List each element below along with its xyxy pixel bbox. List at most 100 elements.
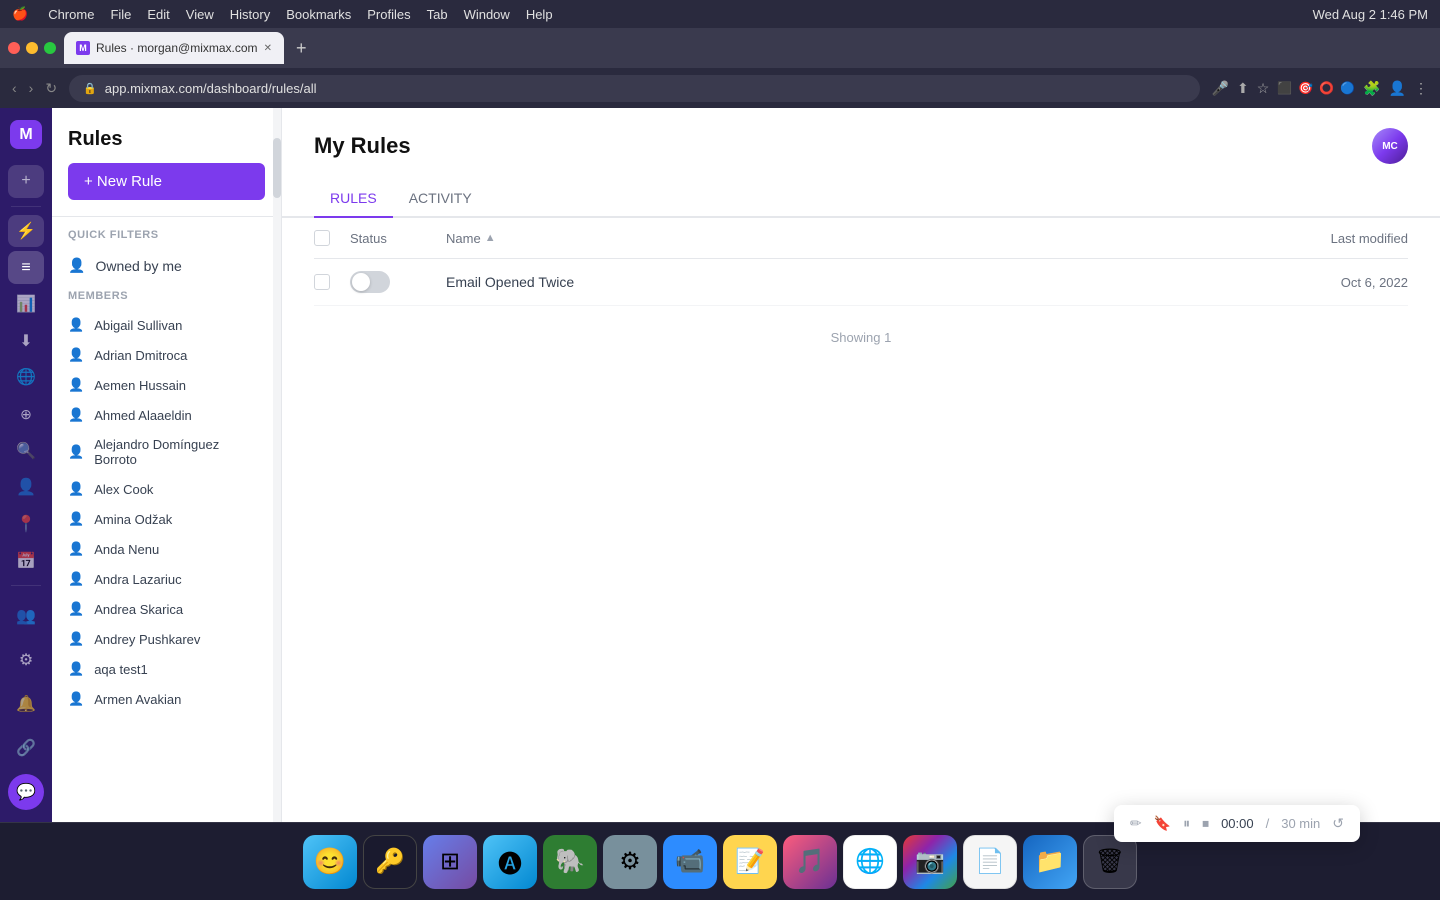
menu-view[interactable]: View <box>186 7 214 22</box>
menu-bookmarks[interactable]: Bookmarks <box>286 7 351 22</box>
dock-app-store[interactable]: 🅐 <box>483 835 537 889</box>
sidebar-item-layers[interactable]: ⊕ <box>8 398 44 431</box>
member-item[interactable]: 👤 Andrey Pushkarev <box>52 624 281 654</box>
member-item[interactable]: 👤 Abigail Sullivan <box>52 310 281 340</box>
stop-icon[interactable]: ⏹ <box>1202 815 1209 832</box>
menu-edit[interactable]: Edit <box>147 7 169 22</box>
dock-files[interactable]: 📁 <box>1023 835 1077 889</box>
member-item[interactable]: 👤 Ahmed Alaaeldin <box>52 400 281 430</box>
menu-tab[interactable]: Tab <box>427 7 448 22</box>
dock-notes[interactable]: 📝 <box>723 835 777 889</box>
star-icon[interactable]: ☆ <box>1257 80 1270 97</box>
dock-chrome[interactable]: 🌐 <box>843 835 897 889</box>
pause-icon[interactable]: ⏸ <box>1183 815 1190 832</box>
dock-system-settings[interactable]: ⚙ <box>603 835 657 889</box>
share-icon[interactable]: ⬆ <box>1237 80 1249 97</box>
sidebar-item-settings[interactable]: ⚙ <box>8 642 44 678</box>
dock-evernote[interactable]: 🐘 <box>543 835 597 889</box>
app-container: M + ⚡ ≡ 📊 ⬇ 🌐 ⊕ 🔍 👤 📍 📅 👥 ⚙ 🔔 🔗 💬 Rules … <box>0 108 1440 822</box>
sidebar-item-rules[interactable]: ≡ <box>8 251 44 284</box>
member-item[interactable]: 👤 Andrea Skarica <box>52 594 281 624</box>
member-item[interactable]: 👤 Aemen Hussain <box>52 370 281 400</box>
member-icon: 👤 <box>68 631 84 647</box>
left-panel-scroll[interactable]: QUICK FILTERS 👤 Owned by me MEMBERS 👤 Ab… <box>52 229 281 822</box>
bookmark-icon[interactable]: 🔖 <box>1154 815 1171 832</box>
sidebar-item-search[interactable]: 🔍 <box>8 434 44 467</box>
sidebar-add-button[interactable]: + <box>8 165 44 198</box>
member-item[interactable]: 👤 Anda Nenu <box>52 534 281 564</box>
minimize-window-button[interactable] <box>26 42 38 54</box>
tab-rules[interactable]: RULES <box>314 180 393 218</box>
back-button[interactable]: ‹ <box>12 80 17 96</box>
ext3-icon[interactable]: ⭕ <box>1319 81 1334 95</box>
app-logo[interactable]: M <box>10 120 42 149</box>
dock-zoom[interactable]: 📹 <box>663 835 717 889</box>
member-icon: 👤 <box>68 347 84 363</box>
name-column-header[interactable]: Name ▲ <box>446 231 1315 246</box>
dock-music[interactable]: 🎵 <box>783 835 837 889</box>
sidebar-item-notifications[interactable]: 🔔 <box>8 686 44 722</box>
member-item[interactable]: 👤 Adrian Dmitroca <box>52 340 281 370</box>
dock-trash[interactable]: 🗑 <box>1083 835 1137 889</box>
forward-button[interactable]: › <box>29 80 34 96</box>
member-icon: 👤 <box>68 511 84 527</box>
apple-icon[interactable]: 🍎 <box>12 6 28 22</box>
refresh-icon[interactable]: ↺ <box>1332 815 1344 832</box>
new-rule-button[interactable]: + New Rule <box>68 163 265 200</box>
menu-profiles[interactable]: Profiles <box>367 7 410 22</box>
ext2-icon[interactable]: 🎯 <box>1298 81 1313 95</box>
member-item[interactable]: 👤 Alejandro Domínguez Borroto <box>52 430 281 474</box>
icon-sidebar: M + ⚡ ≡ 📊 ⬇ 🌐 ⊕ 🔍 👤 📍 📅 👥 ⚙ 🔔 🔗 💬 <box>0 108 52 822</box>
member-name: Armen Avakian <box>94 692 181 707</box>
url-input[interactable]: 🔒 app.mixmax.com/dashboard/rules/all <box>69 75 1200 102</box>
browser-tab[interactable]: M Rules · morgan@mixmax.com ✕ <box>64 32 284 64</box>
member-item[interactable]: 👤 aqa test1 <box>52 654 281 684</box>
mic-icon[interactable]: 🎤 <box>1212 80 1229 97</box>
members-section: MEMBERS 👤 Abigail Sullivan 👤 Adrian Dmit… <box>52 290 281 714</box>
member-item[interactable]: 👤 Andra Lazariuc <box>52 564 281 594</box>
row-checkbox[interactable] <box>314 274 330 290</box>
puzzle-icon[interactable]: 🧩 <box>1363 80 1380 97</box>
scroll-track[interactable] <box>273 108 281 822</box>
reload-button[interactable]: ↻ <box>45 80 57 97</box>
menu-history[interactable]: History <box>230 7 270 22</box>
ext4-icon[interactable]: 🔵 <box>1340 81 1355 95</box>
member-item-alex-cook[interactable]: 👤 Alex Cook <box>52 474 281 504</box>
close-window-button[interactable] <box>8 42 20 54</box>
sidebar-item-location[interactable]: 📍 <box>8 508 44 541</box>
ext1-icon[interactable]: ⬛ <box>1277 81 1292 95</box>
more-icon[interactable]: ⋮ <box>1414 80 1428 97</box>
sidebar-item-team[interactable]: 👥 <box>8 598 44 634</box>
tab-activity[interactable]: ACTIVITY <box>393 180 488 218</box>
menu-file[interactable]: File <box>110 7 131 22</box>
sidebar-item-globe[interactable]: 🌐 <box>8 361 44 394</box>
filter-owned-by-me[interactable]: 👤 Owned by me <box>52 249 281 282</box>
sidebar-item-link[interactable]: 🔗 <box>8 730 44 766</box>
menu-chrome[interactable]: Chrome <box>48 7 94 22</box>
table-row[interactable]: Email Opened Twice Oct 6, 2022 <box>314 259 1408 306</box>
dock-photos[interactable]: 📷 <box>903 835 957 889</box>
chat-button[interactable]: 💬 <box>8 774 44 810</box>
rule-status-toggle[interactable] <box>350 271 390 293</box>
fullscreen-window-button[interactable] <box>44 42 56 54</box>
member-item[interactable]: 👤 Armen Avakian <box>52 684 281 714</box>
dock-1password[interactable]: 🔑 <box>363 835 417 889</box>
sidebar-item-download[interactable]: ⬇ <box>8 324 44 357</box>
tab-close-button[interactable]: ✕ <box>264 43 272 54</box>
edit-icon[interactable]: ✏ <box>1130 815 1142 832</box>
profile-icon[interactable]: 👤 <box>1389 80 1406 97</box>
member-item[interactable]: 👤 Amina Odžak <box>52 504 281 534</box>
user-avatar[interactable]: MC <box>1372 128 1408 164</box>
dock-preview[interactable]: 📄 <box>963 835 1017 889</box>
dock-finder[interactable]: 😊 <box>303 835 357 889</box>
sidebar-item-calendar[interactable]: 📅 <box>8 544 44 577</box>
dock-launchpad[interactable]: ⊞ <box>423 835 477 889</box>
new-tab-button[interactable]: + <box>292 34 311 63</box>
sidebar-item-analytics[interactable]: 📊 <box>8 288 44 321</box>
sidebar-item-user[interactable]: 👤 <box>8 471 44 504</box>
menu-help[interactable]: Help <box>526 7 553 22</box>
recording-bar: ✏ 🔖 ⏸ ⏹ 00:00 / 30 min ↺ <box>1114 805 1360 842</box>
menu-window[interactable]: Window <box>464 7 510 22</box>
select-all-checkbox[interactable] <box>314 230 330 246</box>
sidebar-item-activity[interactable]: ⚡ <box>8 215 44 248</box>
